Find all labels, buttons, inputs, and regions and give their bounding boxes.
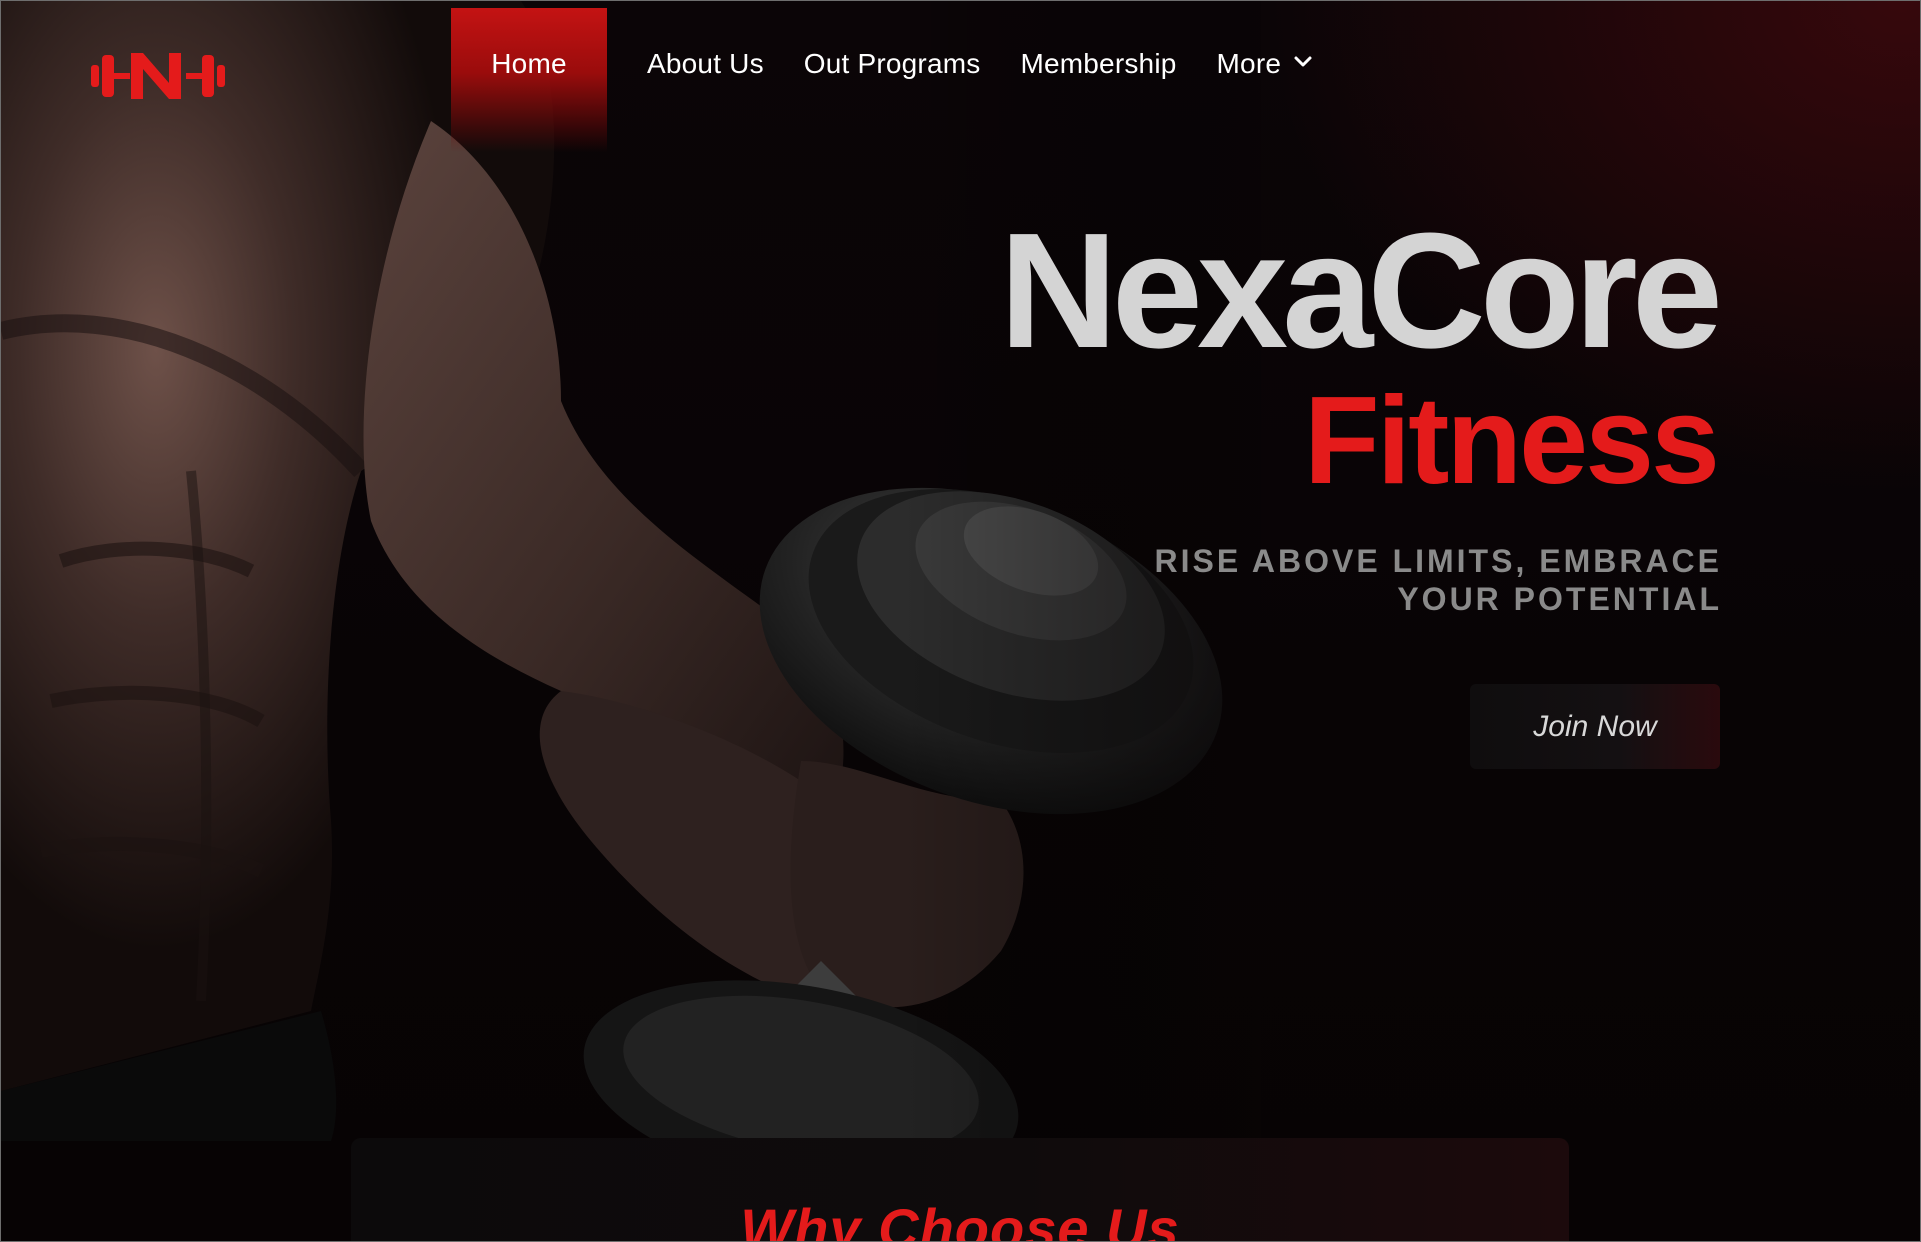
join-now-label: Join Now	[1533, 709, 1657, 743]
hero-title: NexaCore	[999, 199, 1723, 382]
nav-programs[interactable]: Out Programs	[804, 8, 981, 152]
chevron-down-icon	[1294, 56, 1312, 67]
nav-more-label: More	[1216, 48, 1282, 79]
dumbbell-n-logo-icon[interactable]	[91, 49, 225, 103]
why-choose-us-title: Why Choose Us	[740, 1197, 1180, 1242]
hero-tagline: RISE ABOVE LIMITS, EMBRACE YOUR POTENTIA…	[1154, 543, 1722, 617]
nav-more-dropdown[interactable]: More	[1217, 8, 1314, 152]
nav-programs-label: Out Programs	[803, 48, 981, 79]
nav-about-us[interactable]: About Us	[647, 8, 764, 152]
nav-home-label: Home	[491, 48, 567, 79]
hero-subtitle: Fitness	[1303, 372, 1720, 510]
landing-page: Home About Us Out Programs Membership Mo…	[0, 0, 1921, 1242]
nav-membership[interactable]: Membership	[1020, 8, 1176, 152]
join-now-button[interactable]: Join Now	[1470, 684, 1720, 769]
why-choose-us-section: Why Choose Us	[351, 1138, 1569, 1242]
main-nav: Home About Us Out Programs Membership Mo…	[451, 8, 1313, 152]
nav-membership-label: Membership	[1020, 48, 1177, 79]
nav-about-us-label: About Us	[647, 48, 764, 79]
nav-home[interactable]: Home	[451, 8, 607, 152]
